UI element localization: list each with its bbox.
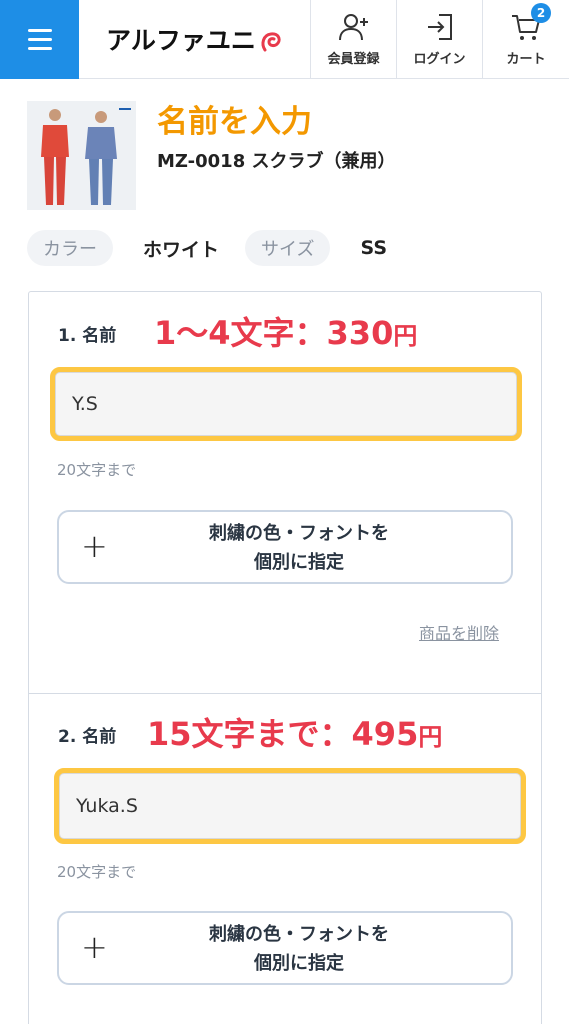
site-header: アルファユニ 会員登録 ログイン 2 カート (0, 0, 569, 79)
plus-icon: + (81, 928, 108, 966)
color-label: カラー (27, 230, 113, 266)
size-label: サイズ (245, 230, 331, 266)
entry-2-hint: 20文字まで (57, 863, 137, 881)
plus-icon: + (81, 527, 108, 565)
hamburger-icon (27, 29, 52, 32)
menu-button[interactable] (0, 0, 79, 79)
entry-1-hint: 20文字まで (57, 461, 137, 479)
product-summary: 名前を入力 MZ-0018 スクラブ（兼用） (27, 101, 395, 210)
entry-1-price-note: 1〜4文字：330円 (154, 314, 418, 352)
login-icon (427, 14, 452, 40)
cart-button[interactable]: 2 カート (483, 0, 569, 79)
product-attributes: カラー ホワイト サイズ SS (27, 230, 413, 266)
name-entry-card: 1. 名前 1〜4文字：330円 Y.S 20文字まで + 刺繍の色・フォントを… (28, 291, 542, 1024)
entry-1-name-field-highlight: Y.S (50, 367, 522, 441)
logo-text: アルファユニ (106, 26, 256, 55)
register-label: 会員登録 (327, 52, 380, 67)
product-name: MZ-0018 スクラブ（兼用） (157, 151, 396, 172)
register-button[interactable]: 会員登録 (311, 0, 397, 79)
product-image (27, 101, 136, 210)
size-value: SS (360, 237, 387, 259)
color-value: ホワイト (143, 238, 220, 261)
entry-1-embroider-button[interactable]: + 刺繍の色・フォントを 個別に指定 (57, 510, 513, 584)
page-heading: 名前を入力 (157, 104, 312, 140)
entry-2-label: 2. 名前 (58, 727, 117, 747)
delete-item-link[interactable]: 商品を削除 (419, 620, 499, 644)
cart-label: カート (506, 52, 546, 67)
entry-2-name-field-highlight: Yuka.S (54, 768, 526, 844)
logo-mark-icon (261, 32, 281, 52)
site-logo[interactable]: アルファユニ (79, 0, 311, 78)
add-user-icon (338, 14, 368, 41)
divider (29, 693, 541, 694)
entry-2-price-note: 15文字まで：495円 (147, 715, 443, 753)
entry-1-label: 1. 名前 (58, 326, 117, 346)
entry-2-name-input[interactable]: Yuka.S (59, 773, 521, 839)
login-label: ログイン (413, 52, 466, 67)
entry-2-embroider-button[interactable]: + 刺繍の色・フォントを 個別に指定 (57, 911, 513, 985)
login-button[interactable]: ログイン (397, 0, 483, 79)
entry-1-name-input[interactable]: Y.S (55, 372, 517, 436)
cart-count-badge: 2 (531, 3, 551, 23)
